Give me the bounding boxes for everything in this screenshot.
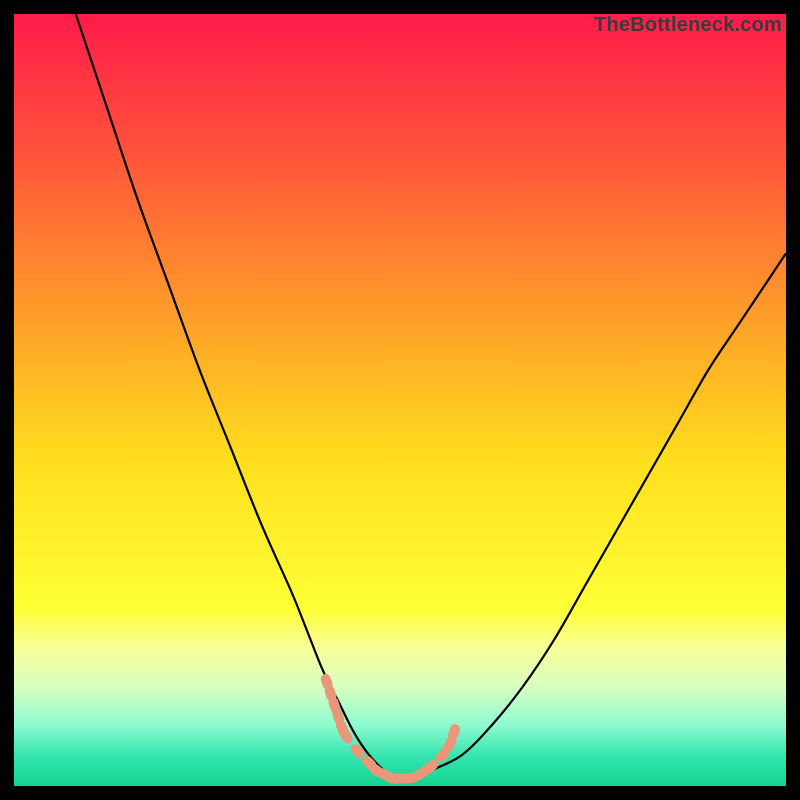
plot-area (14, 14, 786, 786)
chart-frame: TheBottleneck.com (0, 0, 800, 800)
chart-svg (14, 14, 786, 786)
gradient-background (14, 14, 786, 786)
